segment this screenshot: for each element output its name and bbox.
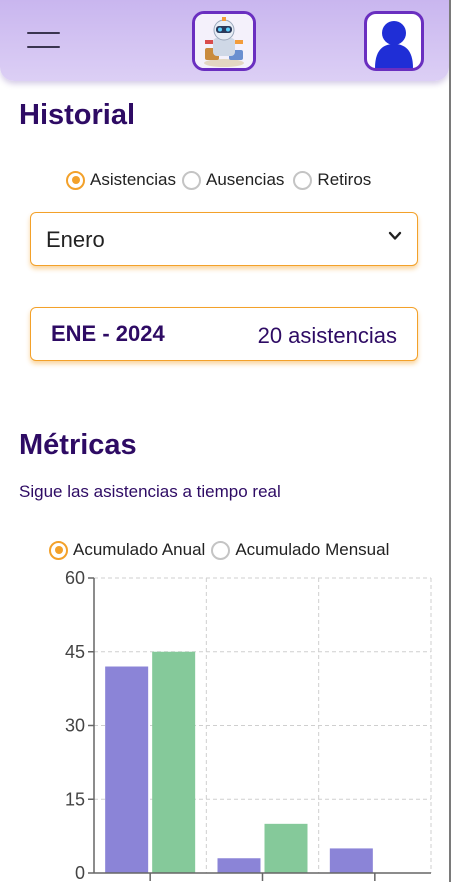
mode-label: Acumulado Anual: [73, 540, 206, 559]
robot-logo-icon: [192, 11, 256, 71]
y-tick-label: 45: [65, 642, 85, 662]
y-tick-label: 60: [65, 570, 85, 588]
attendance-summary-card: ENE - 2024 20 asistencias: [30, 307, 418, 361]
filter-retiros[interactable]: Retiros: [293, 170, 371, 190]
radio-unselected-icon[interactable]: [181, 170, 201, 190]
metricas-subtitle: Sigue las asistencias a tiempo real: [19, 482, 281, 501]
chart-bar: [264, 823, 308, 873]
y-tick-label: 0: [75, 863, 85, 882]
attendance-bar-chart: 0 15 30 45 60: [65, 570, 432, 882]
mode-acumulado-mensual[interactable]: Acumulado Mensual: [211, 540, 389, 560]
historial-filter-group: Asistencias Ausencias Retiros: [66, 170, 371, 190]
summary-period: ENE - 2024: [51, 321, 165, 346]
summary-count: 20 asistencias: [257, 323, 397, 348]
radio-unselected-icon[interactable]: [211, 540, 231, 560]
filter-label: Asistencias: [90, 170, 176, 189]
y-tick-label: 15: [65, 789, 85, 809]
chart-bar: [105, 666, 149, 873]
hamburger-menu-icon[interactable]: [27, 30, 60, 52]
radio-unselected-icon[interactable]: [293, 170, 313, 190]
historial-title: Historial: [19, 99, 136, 131]
filter-ausencias[interactable]: Ausencias: [181, 170, 285, 190]
mode-acumulado-anual[interactable]: Acumulado Anual: [49, 540, 205, 560]
chart-bar: [217, 858, 261, 873]
menu-line: [27, 32, 60, 34]
metricas-title: Métricas: [19, 429, 137, 461]
mode-label: Acumulado Mensual: [235, 540, 390, 559]
menu-line: [27, 46, 60, 48]
user-avatar-icon[interactable]: [364, 11, 424, 71]
chart-bar: [329, 848, 373, 873]
filter-asistencias[interactable]: Asistencias: [66, 170, 176, 190]
chart-bar: [152, 651, 196, 873]
filter-label: Ausencias: [205, 170, 285, 189]
month-select-value: Enero: [46, 227, 105, 252]
radio-selected-icon[interactable]: [66, 170, 85, 190]
y-tick-label: 30: [65, 716, 85, 736]
chevron-down-icon: [388, 231, 402, 240]
month-select[interactable]: Enero: [30, 212, 418, 266]
filter-label: Retiros: [317, 170, 372, 189]
app-header: [0, 0, 449, 81]
metricas-mode-group: Acumulado Anual Acumulado Mensual: [49, 540, 389, 560]
radio-selected-icon[interactable]: [49, 540, 68, 560]
